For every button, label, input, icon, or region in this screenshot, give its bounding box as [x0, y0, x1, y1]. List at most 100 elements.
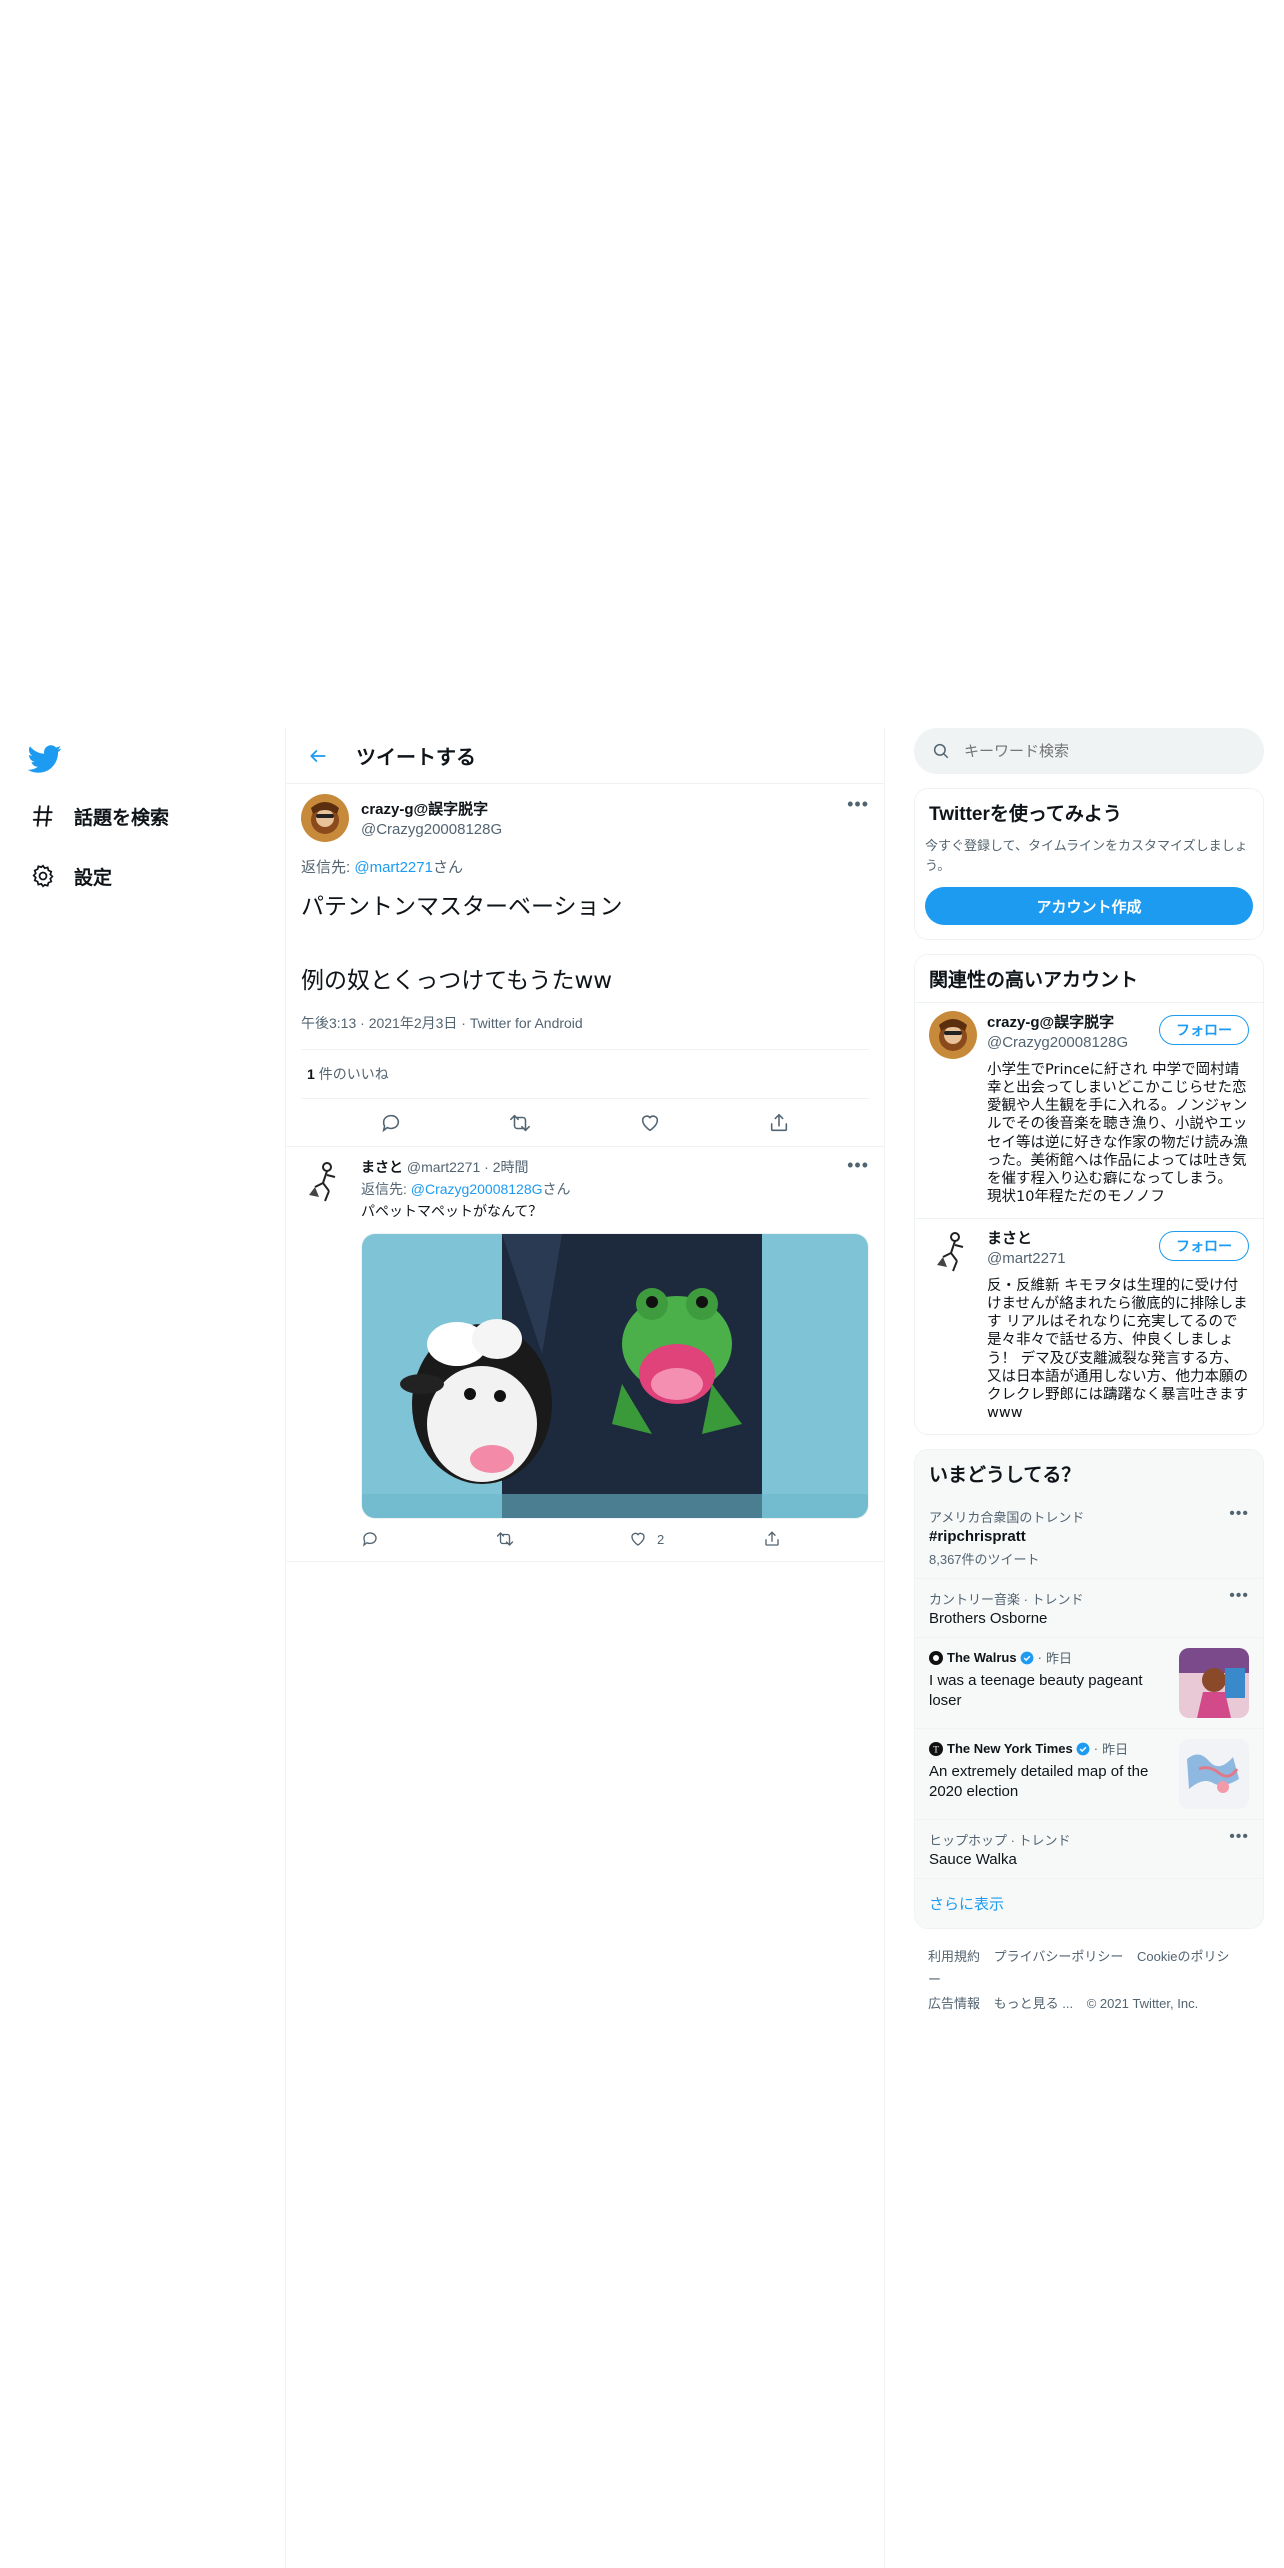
like-icon[interactable]: [632, 1105, 668, 1141]
tweet-timestamp: 午後3:13 · 2021年2月3日 · Twitter for Android: [301, 1013, 869, 1051]
news-time: 昨日: [1102, 1742, 1129, 1757]
like-button[interactable]: 2: [629, 1530, 763, 1548]
footer-link[interactable]: もっと見る ...: [994, 1996, 1073, 2011]
reply-actions: 2: [361, 1525, 897, 1553]
back-button[interactable]: [300, 738, 336, 774]
more-options-icon[interactable]: •••: [1229, 1828, 1249, 1846]
more-options-icon[interactable]: •••: [1229, 1505, 1249, 1523]
reply-icon[interactable]: [373, 1105, 409, 1141]
source-logo-icon: [929, 1650, 943, 1665]
nav-settings-label: 設定: [74, 867, 113, 889]
verified-badge-icon: [1020, 1651, 1034, 1664]
news-item[interactable]: The Walrus · 昨日 I was a teenage beauty p…: [915, 1637, 1263, 1728]
follow-button[interactable]: フォロー: [1159, 1015, 1249, 1045]
footer-link[interactable]: 利用規約: [928, 1949, 980, 1964]
trend-name: Brothers Osborne: [929, 1610, 1048, 1627]
news-thumbnail: [1179, 1648, 1249, 1718]
trend-meta: アメリカ合衆国のトレンド: [929, 1510, 1085, 1525]
likes-count[interactable]: 1 件のいいね: [301, 1050, 869, 1100]
reply-mention-link[interactable]: @mart2271: [354, 859, 433, 876]
related-title: 関連性の高いアカウント: [929, 970, 1139, 991]
avatar[interactable]: [929, 1227, 977, 1275]
tweet-actions: [286, 1099, 884, 1148]
user-bio: 小学生でPrinceに紆され 中学で岡村靖幸と出会ってしまいどこかこじらせた恋愛…: [987, 1062, 1248, 1205]
nav-explore-label: 話題を検索: [74, 807, 170, 829]
trend-item[interactable]: カントリー音楽 · トレンド Brothers Osborne •••: [915, 1578, 1263, 1637]
reply-time[interactable]: 2時間: [493, 1159, 529, 1175]
create-account-button[interactable]: アカウント作成: [925, 887, 1253, 925]
trend-meta: ヒップホップ · トレンド: [929, 1833, 1071, 1848]
avatar[interactable]: [301, 794, 349, 842]
tweet-text: パテントンマスターベーション 例の奴とくっつけてもうたww: [301, 894, 623, 994]
search-input[interactable]: [964, 742, 1224, 760]
main-header: ツイートする: [286, 728, 884, 784]
nav-explore[interactable]: 話題を検索: [28, 796, 169, 836]
twitter-logo-icon[interactable]: [27, 742, 62, 776]
footer-link[interactable]: プライバシーポリシー: [994, 1949, 1124, 1964]
focal-tweet: crazy-g@誤字脱字 @Crazyg20008128G ••• 返信先: @…: [286, 784, 884, 1148]
trends-title: いまどうしてる？: [929, 1465, 1081, 1486]
reply-to-line: 返信先: @mart2271さん: [301, 856, 869, 877]
like-count: 2: [657, 1531, 665, 1547]
reply-author-handle[interactable]: @mart2271: [407, 1159, 480, 1175]
verified-badge-icon: [1076, 1742, 1090, 1755]
tweet-media-image[interactable]: [361, 1233, 869, 1520]
main-column: ツイートする crazy-g@誤字脱字 @Crazyg20008128G •••…: [285, 728, 885, 2568]
author-name[interactable]: crazy-g@誤字脱字: [361, 798, 502, 819]
follow-button[interactable]: フォロー: [1159, 1231, 1249, 1261]
likes-number: 1: [307, 1066, 315, 1083]
reply-header: まさと @mart2271 · 2時間: [361, 1159, 529, 1176]
footer-link[interactable]: 広告情報: [928, 1996, 980, 2011]
more-options-icon[interactable]: •••: [847, 1155, 869, 1176]
reply-suffix: さん: [542, 1181, 571, 1198]
retweet-icon[interactable]: [502, 1105, 538, 1141]
more-options-icon[interactable]: •••: [1229, 1587, 1249, 1605]
reply-tweet[interactable]: まさと @mart2271 · 2時間 返信先: @Crazyg20008128…: [286, 1147, 884, 1563]
related-user[interactable]: crazy-g@誤字脱字 @Crazyg20008128G 小学生でPrince…: [915, 1002, 1263, 1218]
reply-prefix: 返信先:: [301, 859, 355, 876]
news-headline: An extremely detailed map of the 2020 el…: [929, 1763, 1149, 1801]
search-box[interactable]: [914, 728, 1264, 774]
trend-item[interactable]: アメリカ合衆国のトレンド #ripchrispratt 8,367件のツイート …: [915, 1497, 1263, 1578]
news-item[interactable]: T The New York Times · 昨日 An extremely d…: [915, 1728, 1263, 1819]
tweet-time[interactable]: 午後3:13: [301, 1015, 356, 1031]
share-icon[interactable]: [761, 1105, 797, 1141]
news-time: 昨日: [1045, 1651, 1072, 1666]
news-source: The Walrus: [947, 1650, 1017, 1665]
right-sidebar: Twitterを使ってみよう 今すぐ登録して、タイムラインをカスタマイズしましょ…: [914, 728, 1264, 2015]
retweet-icon[interactable]: [495, 1530, 629, 1548]
more-options-icon[interactable]: •••: [847, 794, 869, 815]
page-title: ツイートする: [356, 747, 476, 769]
nav-settings[interactable]: 設定: [28, 856, 112, 896]
user-bio: 反・反維新 キモヲタは生理的に受け付けませんが絡まれたら徹底的に排除します リア…: [987, 1278, 1248, 1421]
show-more-link[interactable]: さらに表示: [915, 1878, 1263, 1928]
trend-item[interactable]: ヒップホップ · トレンド Sauce Walka •••: [915, 1819, 1263, 1878]
reply-to-line: 返信先: @Crazyg20008128Gさん: [361, 1179, 897, 1199]
copyright: © 2021 Twitter, Inc.: [1086, 1995, 1199, 2011]
arrow-left-icon: [310, 749, 326, 762]
svg-text:T: T: [933, 1744, 939, 1754]
search-icon: [933, 743, 949, 759]
tweet-date[interactable]: 2021年2月3日: [369, 1015, 458, 1031]
signup-title: Twitterを使ってみよう: [929, 804, 1122, 825]
source-logo-icon: T: [929, 1741, 943, 1756]
share-icon[interactable]: [763, 1530, 897, 1548]
reply-mention-link[interactable]: @Crazyg20008128G: [411, 1181, 543, 1197]
news-headline: I was a teenage beauty pageant loser: [929, 1672, 1143, 1710]
trend-count: 8,367件のツイート: [929, 1552, 1040, 1567]
related-accounts-card: 関連性の高いアカウント crazy-g@誤字脱字 @Crazyg20008128…: [914, 954, 1264, 1435]
related-user[interactable]: まさと @mart2271 反・反維新 キモヲタは生理的に受け付けませんが絡まれ…: [915, 1218, 1263, 1434]
reply-prefix: 返信先:: [361, 1181, 411, 1198]
reply-text: パペットマペットがなんて？: [361, 1203, 543, 1220]
gear-icon: [28, 861, 58, 891]
avatar[interactable]: [929, 1011, 977, 1059]
author-handle[interactable]: @Crazyg20008128G: [361, 821, 502, 838]
tweet-source[interactable]: Twitter for Android: [470, 1015, 583, 1031]
trend-name: #ripchrispratt: [929, 1528, 1026, 1545]
footer-links: 利用規約 プライバシーポリシー Cookieのポリシー 広告情報 もっと見る .…: [914, 1945, 1264, 2015]
avatar[interactable]: [301, 1157, 349, 1206]
news-source: The New York Times: [947, 1741, 1073, 1756]
reply-icon[interactable]: [361, 1530, 495, 1548]
signup-card: Twitterを使ってみよう 今すぐ登録して、タイムラインをカスタマイズしましょ…: [914, 788, 1264, 940]
reply-author-name[interactable]: まさと: [361, 1159, 403, 1175]
